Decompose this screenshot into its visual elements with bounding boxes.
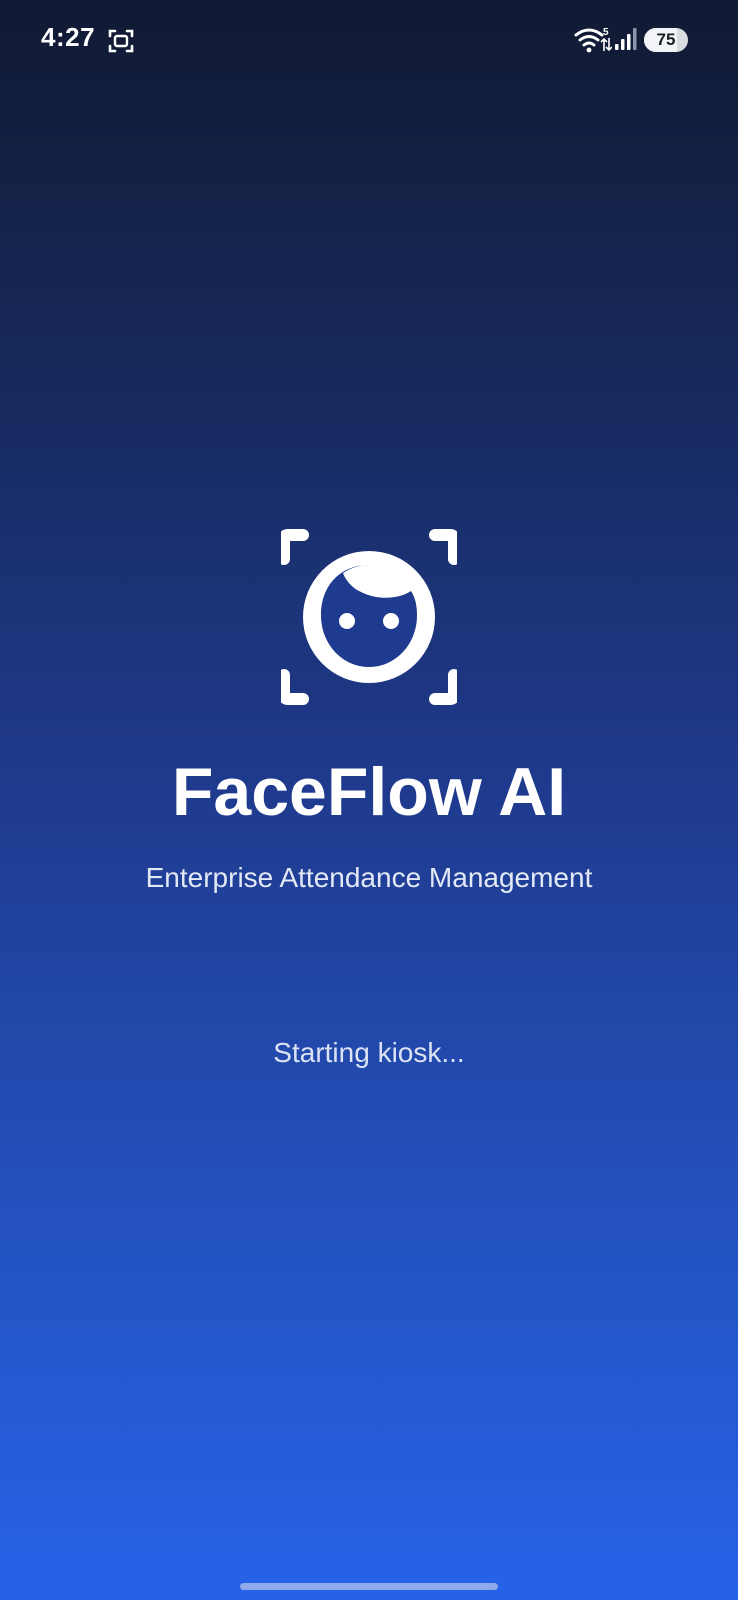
face-scan-icon — [281, 529, 457, 705]
battery-level: 75 — [656, 30, 676, 49]
screenshot-icon — [108, 29, 134, 53]
home-indicator[interactable] — [240, 1583, 498, 1590]
wifi-icon: 5 — [574, 27, 612, 53]
status-time: 4:27 — [41, 22, 96, 52]
splash-screen: 4:27 5 75 FaceFlow AI Enterprise Attenda… — [0, 0, 738, 1600]
signal-icon — [615, 28, 637, 50]
status-bar: 4:27 5 75 — [0, 0, 738, 80]
battery-icon: 75 — [644, 28, 688, 52]
app-subtitle: Enterprise Attendance Management — [145, 862, 593, 893]
loading-status: Starting kiosk... — [273, 1037, 465, 1068]
app-title: FaceFlow AI — [171, 754, 567, 830]
network-type-label: 5 — [603, 27, 609, 38]
